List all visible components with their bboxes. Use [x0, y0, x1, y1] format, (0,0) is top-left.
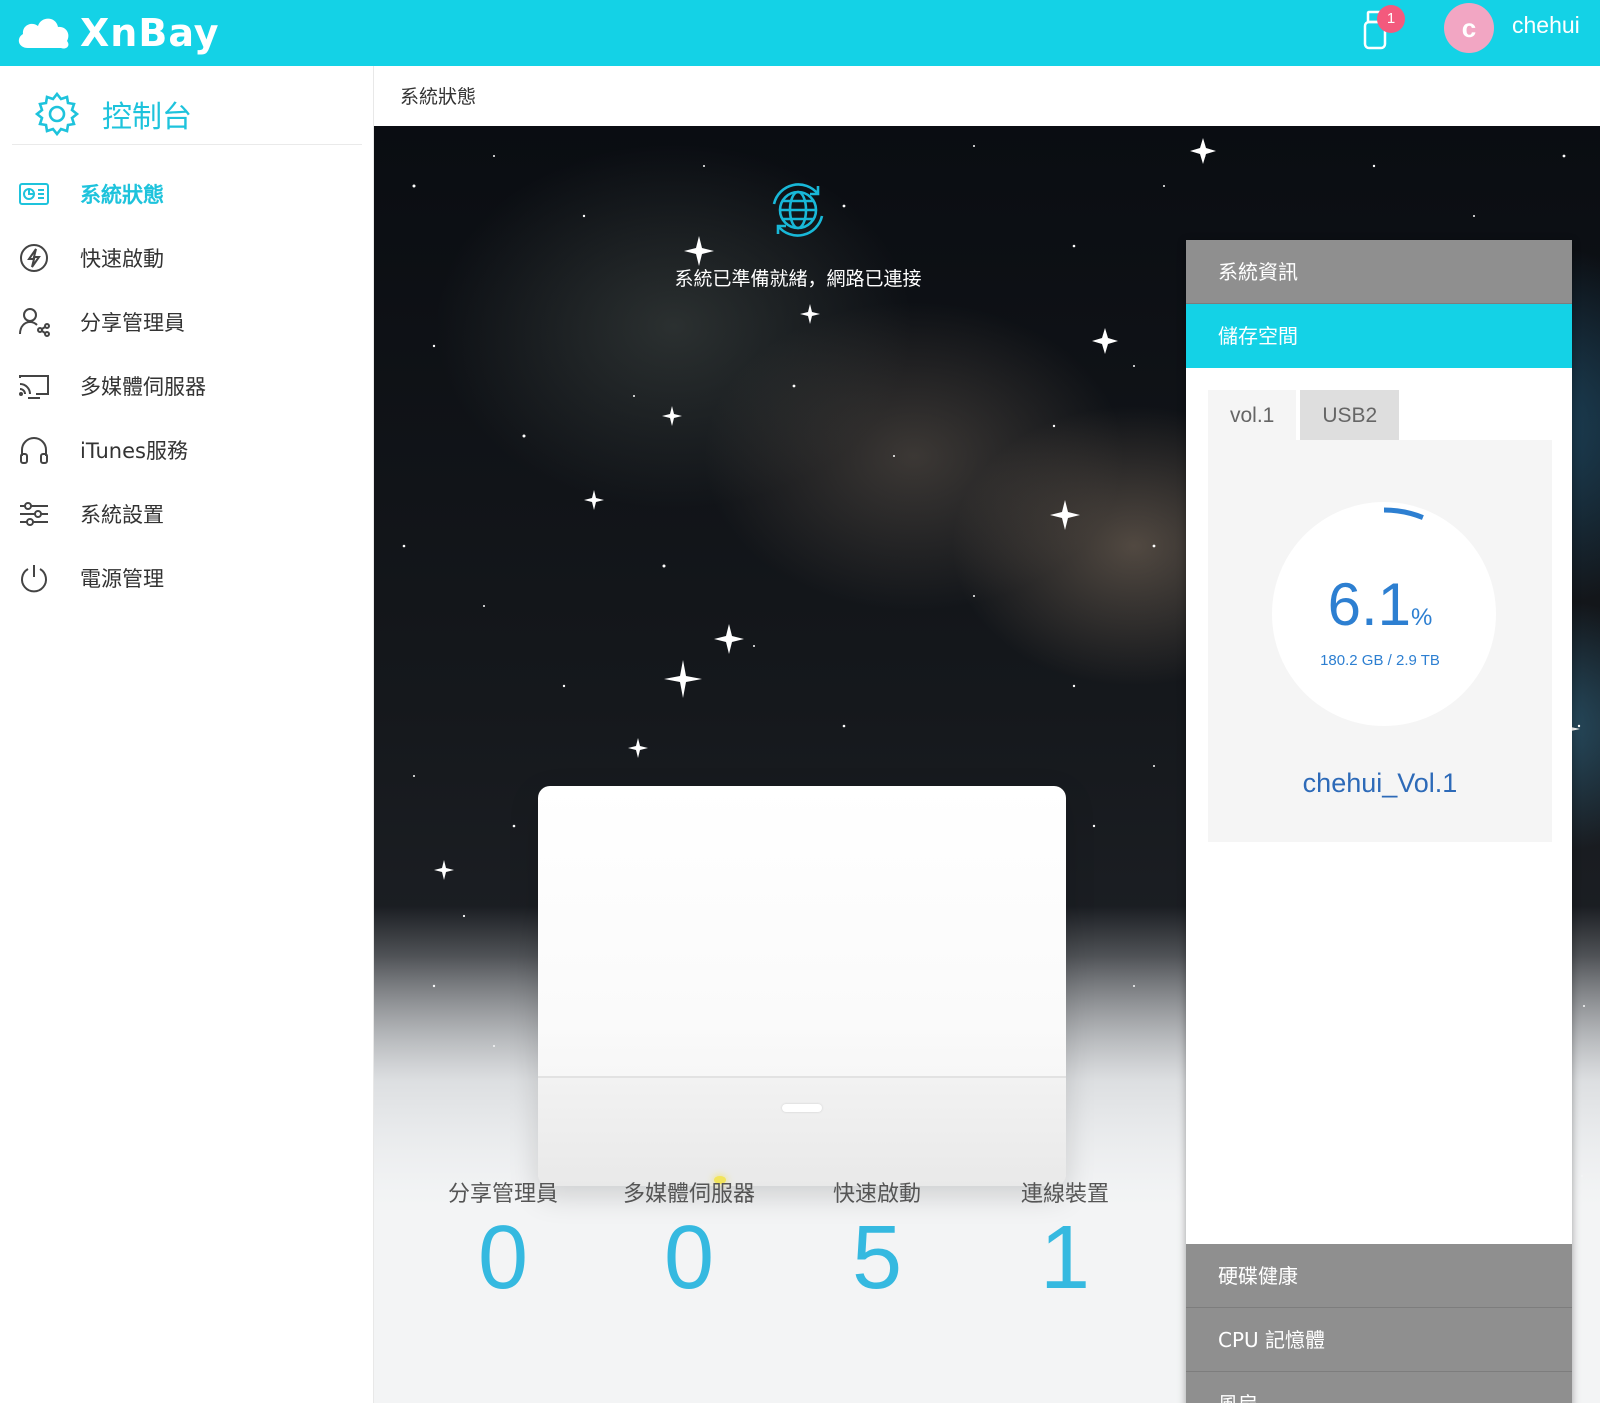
username[interactable]: chehui	[1512, 12, 1580, 39]
globe-sync-icon	[772, 183, 824, 237]
tab-vol1[interactable]: vol.1	[1208, 390, 1297, 440]
sidebar-item-label: 分享管理員	[80, 311, 185, 335]
sidebar-item-label: 快速啟動	[80, 247, 164, 271]
stat-label: 分享管理員	[447, 1182, 558, 1207]
panel-section-system-info[interactable]: 系統資訊	[1186, 240, 1572, 304]
volume-pane: 6.1% 180.2 GB / 2.9 TB chehui_Vol.1	[1208, 440, 1552, 842]
usage-percent-value: 6.1	[1327, 571, 1412, 638]
lightning-icon	[20, 244, 48, 272]
app-name: XnBay	[80, 11, 220, 55]
sidebar-item-label: 系統狀態	[80, 183, 164, 207]
volume-name[interactable]: chehui_Vol.1	[1208, 768, 1552, 799]
panel-section-storage[interactable]: 儲存空間	[1186, 304, 1572, 368]
sidebar-item-label: 電源管理	[80, 567, 164, 591]
sidebar-nav: 系統狀態 快速啟動 分享管理員 多媒體伺服器 iTunes服務 系統設置 電源管…	[0, 162, 374, 610]
device-base	[538, 1076, 1066, 1186]
sidebar-item-system-status[interactable]: 系統狀態	[0, 162, 374, 226]
sidebar: 控制台 系統狀態 快速啟動 分享管理員 多媒體伺服器 iTunes服務 系統設置…	[0, 66, 374, 1403]
sidebar-divider	[12, 144, 362, 145]
breadcrumb: 系統狀態	[374, 66, 1600, 126]
sidebar-item-label: iTunes服務	[80, 439, 188, 463]
volume-tabs: vol.1 USB2	[1208, 390, 1400, 440]
logo[interactable]: XnBay	[14, 8, 220, 58]
sidebar-item-power[interactable]: 電源管理	[0, 546, 374, 610]
stat-connected-devices[interactable]: 連線裝置 1	[970, 1176, 1160, 1308]
panel-section-disk-health[interactable]: 硬碟健康	[1186, 1244, 1572, 1308]
usage-percent-unit: %	[1411, 604, 1433, 631]
console-title: 控制台	[102, 100, 192, 135]
sidebar-item-itunes[interactable]: iTunes服務	[0, 418, 374, 482]
panel-section-fan[interactable]: 風扇	[1186, 1372, 1572, 1403]
top-bar: XnBay 1 c chehui	[0, 0, 1600, 66]
usb-badge: 1	[1377, 5, 1405, 33]
sidebar-item-quick-launch[interactable]: 快速啟動	[0, 226, 374, 290]
power-icon	[21, 565, 47, 593]
stat-quick-launch[interactable]: 快速啟動 5	[782, 1176, 972, 1308]
status-message: 系統已準備就緒，網路已連接	[674, 268, 922, 290]
headphones-icon	[20, 437, 48, 464]
gear-icon	[34, 91, 80, 137]
stat-value: 0	[663, 1208, 715, 1308]
nas-device-image	[538, 786, 1066, 1186]
stat-label: 快速啟動	[832, 1182, 921, 1207]
sidebar-item-share-manager[interactable]: 分享管理員	[0, 290, 374, 354]
device-slot	[782, 1104, 822, 1112]
tab-usb2[interactable]: USB2	[1300, 390, 1400, 440]
dashboard-icon	[19, 183, 49, 205]
sliders-icon	[20, 502, 48, 526]
usage-percent: 6.1%	[1208, 570, 1552, 639]
stat-share-manager[interactable]: 分享管理員 0	[408, 1176, 598, 1308]
cloud-logo-icon	[18, 18, 69, 49]
storage-body: vol.1 USB2 6.1% 180.2 GB / 2.9 TB chehui…	[1186, 368, 1572, 1240]
stat-value: 0	[477, 1208, 529, 1308]
sidebar-item-system-settings[interactable]: 系統設置	[0, 482, 374, 546]
sidebar-item-media-server[interactable]: 多媒體伺服器	[0, 354, 374, 418]
sidebar-item-label: 多媒體伺服器	[80, 375, 206, 399]
stat-value: 1	[1039, 1208, 1091, 1308]
panel-bottom-sections: 硬碟健康 CPU 記憶體 風扇	[1186, 1244, 1572, 1403]
stat-label: 連線裝置	[1020, 1182, 1109, 1207]
sidebar-item-label: 系統設置	[80, 503, 164, 527]
console-header: 控制台	[34, 88, 192, 140]
main-area: 系統狀態 系統已準備就緒，網路已連接 分享管理員 0 多媒體伺服器 0 快速啟動…	[374, 66, 1600, 1403]
stat-media-server[interactable]: 多媒體伺服器 0	[594, 1176, 784, 1308]
stat-value: 5	[851, 1208, 903, 1308]
user-share-icon	[19, 308, 50, 337]
status-hero: 系統已準備就緒，網路已連接 分享管理員 0 多媒體伺服器 0 快速啟動 5 連線…	[374, 126, 1600, 1403]
avatar[interactable]: c	[1444, 3, 1494, 53]
cast-icon	[19, 375, 49, 399]
panel-section-cpu-memory[interactable]: CPU 記憶體	[1186, 1308, 1572, 1372]
info-panel: 系統資訊 儲存空間 vol.1 USB2 6.1% 180.2 GB / 2.9…	[1186, 240, 1572, 1403]
stat-label: 多媒體伺服器	[622, 1182, 755, 1207]
usage-size: 180.2 GB / 2.9 TB	[1320, 652, 1440, 669]
